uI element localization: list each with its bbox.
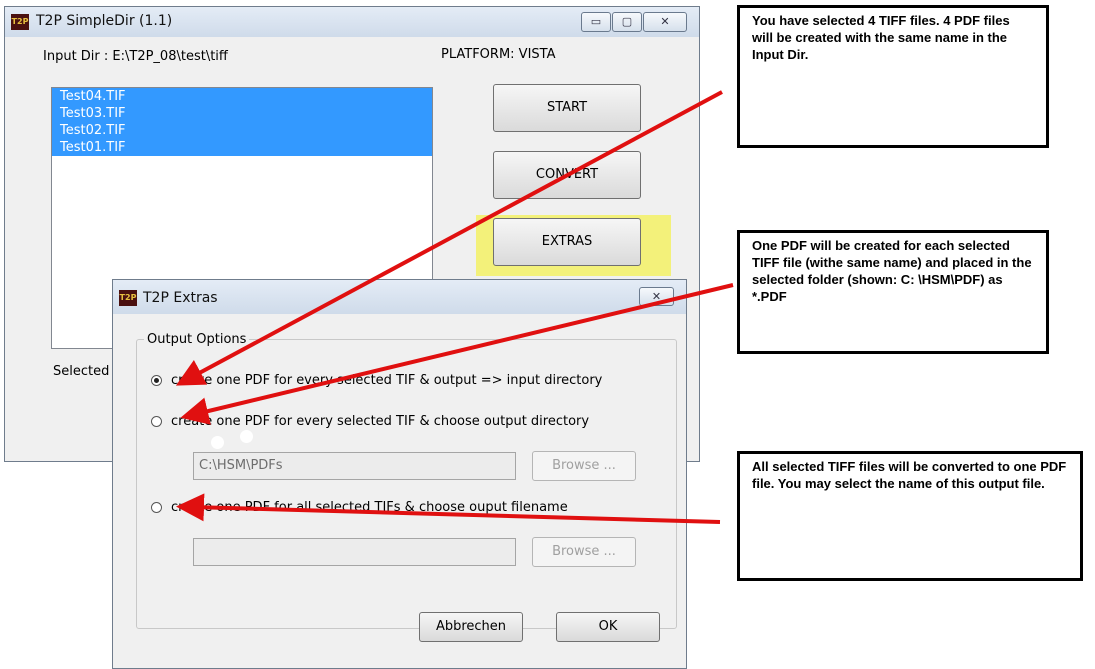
browse-file-button[interactable]: Browse ...: [532, 537, 636, 567]
app-icon: T2P: [11, 14, 29, 30]
list-item[interactable]: Test01.TIF: [52, 139, 432, 156]
main-titlebar[interactable]: T2P T2P SimpleDir (1.1) ▭ ▢ ✕: [5, 7, 699, 37]
list-item[interactable]: Test02.TIF: [52, 122, 432, 139]
extras-dialog: T2P T2P Extras ✕ Output Options create o…: [112, 279, 687, 669]
radio-checked-icon[interactable]: [151, 375, 162, 386]
white-dot: [211, 436, 224, 449]
option-label: create one PDF for every selected TIF & …: [171, 373, 603, 388]
group-title: Output Options: [144, 332, 250, 347]
callout-output-selected-folder: One PDF will be created for each selecte…: [737, 230, 1049, 354]
dialog-title: T2P Extras: [143, 290, 218, 306]
ok-button[interactable]: OK: [556, 612, 660, 642]
platform-label: PLATFORM: VISTA: [441, 47, 556, 62]
browse-dir-button[interactable]: Browse ...: [532, 451, 636, 481]
minimize-button[interactable]: ▭: [581, 12, 611, 32]
input-dir-label: Input Dir : E:\T2P_08\test\tiff: [43, 49, 228, 64]
option-output-input-dir[interactable]: create one PDF for every selected TIF & …: [151, 373, 602, 388]
radio-icon[interactable]: [151, 502, 162, 513]
window-title: T2P SimpleDir (1.1): [36, 13, 173, 29]
dialog-app-icon: T2P: [119, 290, 137, 306]
cancel-button[interactable]: Abbrechen: [419, 612, 523, 642]
dialog-close-button[interactable]: ✕: [639, 287, 674, 306]
list-item[interactable]: Test03.TIF: [52, 105, 432, 122]
callout-output-input-dir: You have selected 4 TIFF files. 4 PDF fi…: [737, 5, 1049, 148]
option-label: create one PDF for all selected TIFs & c…: [171, 500, 568, 515]
selected-label: Selected: [53, 364, 110, 379]
output-filename-field[interactable]: [193, 538, 516, 566]
radio-icon[interactable]: [151, 416, 162, 427]
callout-single-pdf: All selected TIFF files will be converte…: [737, 451, 1083, 581]
close-button[interactable]: ✕: [643, 12, 687, 32]
option-label: create one PDF for every selected TIF & …: [171, 414, 590, 429]
option-choose-output-dir[interactable]: create one PDF for every selected TIF & …: [151, 414, 589, 429]
start-button[interactable]: START: [493, 84, 641, 132]
option-single-pdf[interactable]: create one PDF for all selected TIFs & c…: [151, 500, 568, 515]
output-dir-field[interactable]: C:\HSM\PDFs: [193, 452, 516, 480]
dialog-titlebar[interactable]: T2P T2P Extras ✕: [113, 280, 686, 314]
white-dot: [240, 430, 253, 443]
maximize-button[interactable]: ▢: [612, 12, 642, 32]
convert-button[interactable]: CONVERT: [493, 151, 641, 199]
window-controls: ▭ ▢ ✕: [580, 12, 687, 32]
extras-button[interactable]: EXTRAS: [493, 218, 641, 266]
list-item[interactable]: Test04.TIF: [52, 88, 432, 105]
